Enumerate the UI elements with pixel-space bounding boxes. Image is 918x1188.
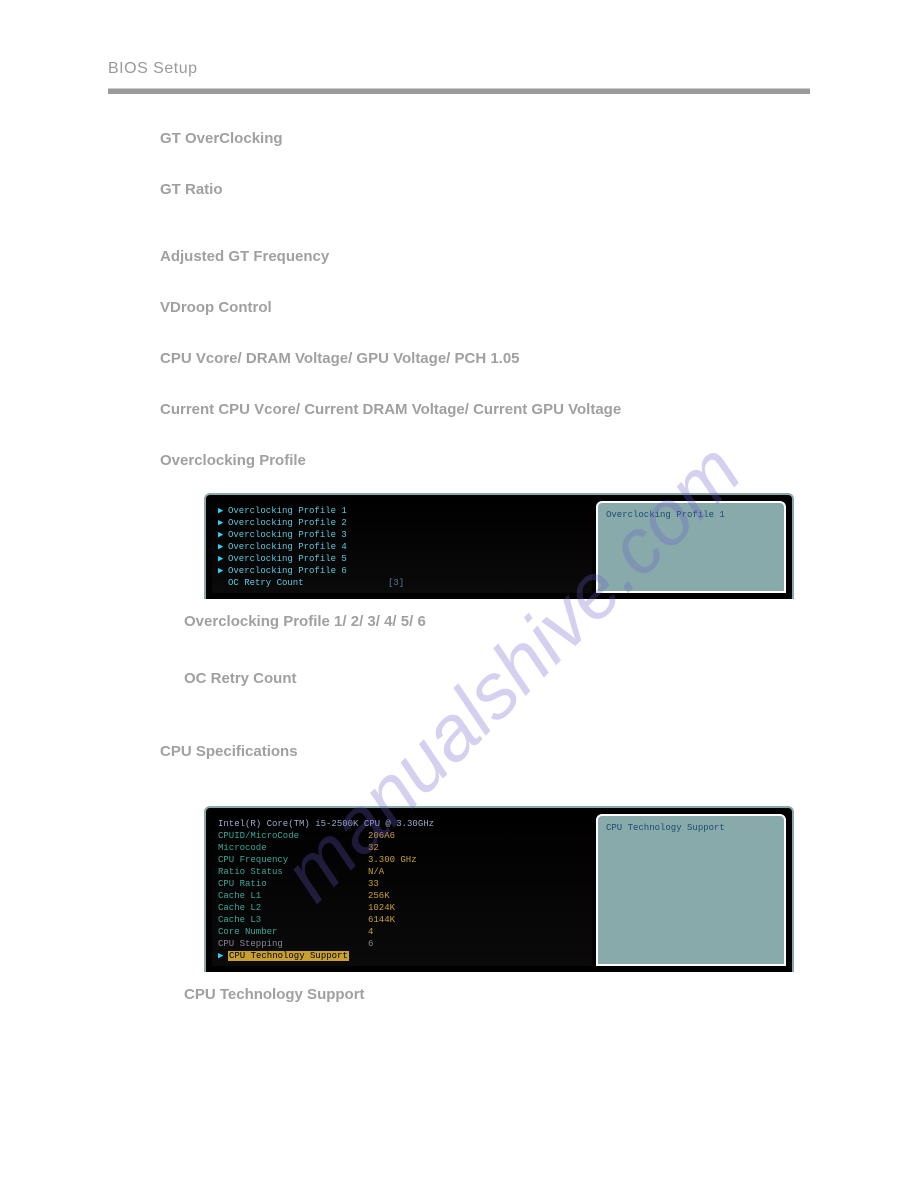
bios-help-text: CPU Technology Support [606, 823, 725, 833]
bios-info-row: Microcode32 [218, 842, 586, 854]
oc-profile-bios-screenshot: ▶Overclocking Profile 1 ▶Overclocking Pr… [204, 493, 794, 599]
heading-vdroop: VDroop Control [160, 299, 800, 316]
page-content: GT OverClocking GT Ratio Adjusted GT Fre… [160, 120, 800, 1043]
bios-menu-item: ▶Overclocking Profile 3 [218, 529, 586, 541]
bios-help-text: Overclocking Profile 1 [606, 510, 725, 520]
heading-gt-overclocking: GT OverClocking [160, 130, 800, 147]
heading-oc-retry: OC Retry Count [184, 670, 800, 687]
bios-info-row: Cache L36144K [218, 914, 586, 926]
bios-info-row: CPU Stepping6 [218, 938, 586, 950]
cpu-spec-bios-screenshot: Intel(R) Core(TM) i5-2500K CPU @ 3.30GHz… [204, 806, 794, 972]
heading-cpu-spec: CPU Specifications [160, 743, 800, 760]
bios-menu-item: ▶CPU Technology Support [218, 950, 586, 962]
heading-current-voltage: Current CPU Vcore/ Current DRAM Voltage/… [160, 401, 800, 418]
bios-menu-item: OC Retry Count[3] [218, 577, 586, 589]
heading-oc-profile: Overclocking Profile [160, 452, 800, 469]
bios-info-row: CPU Ratio33 [218, 878, 586, 890]
header-divider [108, 88, 810, 94]
bios-left-panel: Intel(R) Core(TM) i5-2500K CPU @ 3.30GHz… [212, 814, 592, 966]
bios-info-row: CPU Frequency3.300 GHz [218, 854, 586, 866]
bios-help-panel: Overclocking Profile 1 [596, 501, 786, 593]
bios-menu-item: ▶Overclocking Profile 5 [218, 553, 586, 565]
bios-menu-item: ▶Overclocking Profile 1 [218, 505, 586, 517]
bios-info-row: Cache L21024K [218, 902, 586, 914]
bios-cpu-title: Intel(R) Core(TM) i5-2500K CPU @ 3.30GHz [218, 818, 586, 830]
heading-cpu-voltage: CPU Vcore/ DRAM Voltage/ GPU Voltage/ PC… [160, 350, 800, 367]
bios-menu-item: ▶Overclocking Profile 2 [218, 517, 586, 529]
bios-info-row: Core Number4 [218, 926, 586, 938]
heading-oc-profile-n: Overclocking Profile 1/ 2/ 3/ 4/ 5/ 6 [184, 613, 800, 630]
bios-info-row: CPUID/MicroCode206A6 [218, 830, 586, 842]
bios-info-row: Cache L1256K [218, 890, 586, 902]
heading-cpu-tech: CPU Technology Support [184, 986, 800, 1003]
heading-gt-ratio: GT Ratio [160, 181, 800, 198]
bios-help-panel: CPU Technology Support [596, 814, 786, 966]
bios-menu-item: ▶Overclocking Profile 4 [218, 541, 586, 553]
bios-menu-item: ▶Overclocking Profile 6 [218, 565, 586, 577]
page-title: BIOS Setup [108, 60, 198, 78]
heading-adjusted-gt-freq: Adjusted GT Frequency [160, 248, 800, 265]
bios-info-row: Ratio StatusN/A [218, 866, 586, 878]
bios-left-panel: ▶Overclocking Profile 1 ▶Overclocking Pr… [212, 501, 592, 593]
